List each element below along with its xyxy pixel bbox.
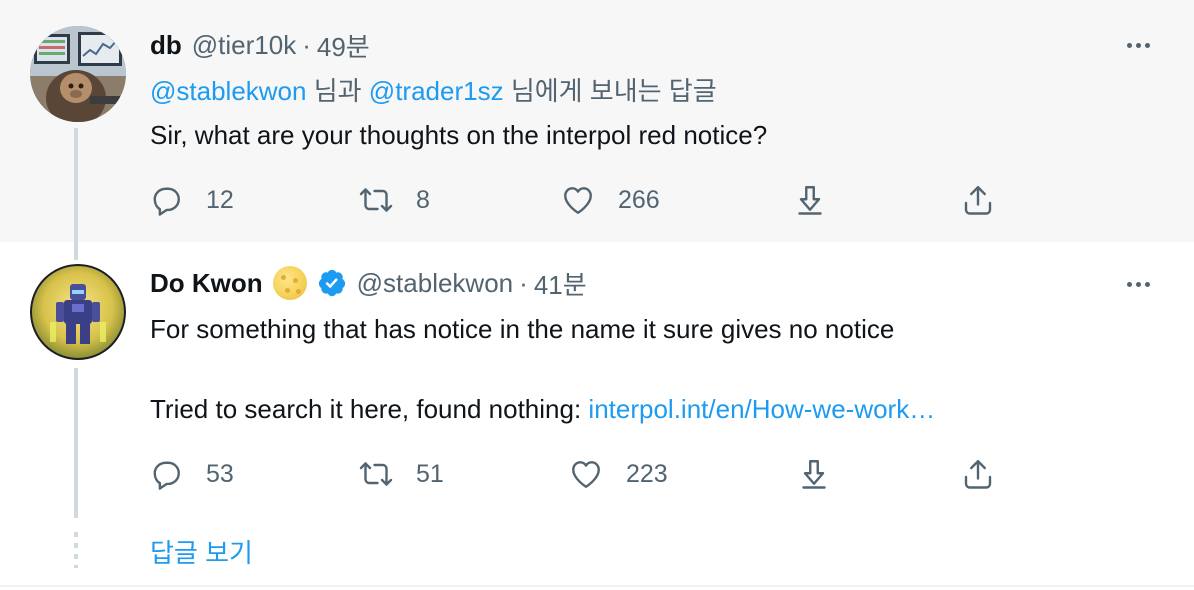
tweet-time[interactable]: 49분 (317, 27, 370, 64)
download-button[interactable] (792, 180, 828, 220)
like-count: 266 (618, 185, 660, 214)
like-button[interactable]: 266 (560, 180, 660, 220)
reply-button[interactable]: 53 (148, 454, 234, 494)
reply-suffix: 님에게 보내는 답글 (510, 76, 717, 106)
user-handle[interactable]: @tier10k (192, 30, 296, 61)
tweet-text-line2: Tried to search it here, found nothing: … (150, 392, 935, 426)
thread-dots (74, 532, 78, 568)
reply-button[interactable]: 12 (148, 180, 234, 220)
retweet-icon (359, 188, 393, 212)
user-name[interactable]: Do Kwon (150, 268, 263, 299)
mention-stablekwon[interactable]: @stablekwon (150, 76, 306, 106)
verified-badge-icon (318, 269, 345, 297)
action-bar: 12 8 266 (148, 180, 1008, 220)
avatar-dokwon[interactable] (30, 264, 126, 360)
mention-trader1sz[interactable]: @trader1sz (369, 76, 504, 106)
separator-dot: · (519, 267, 528, 298)
like-count: 223 (626, 459, 668, 488)
reply-icon (153, 187, 180, 216)
share-button[interactable] (960, 454, 996, 494)
retweet-button[interactable]: 51 (358, 454, 444, 494)
download-icon (802, 460, 826, 489)
user-name[interactable]: db (150, 30, 182, 61)
tweet-link[interactable]: interpol.int/en/How-we-work… (588, 394, 935, 424)
thread-line (74, 128, 78, 260)
thread-line (74, 368, 78, 518)
tweet-text: Sir, what are your thoughts on the inter… (150, 120, 768, 150)
reply-connector: 님과 (313, 76, 362, 106)
retweet-button[interactable]: 8 (358, 180, 430, 220)
reply-icon (153, 461, 180, 490)
download-icon (798, 186, 822, 215)
retweet-count: 8 (416, 185, 430, 214)
retweet-count: 51 (416, 459, 444, 488)
tweet-time[interactable]: 41분 (534, 265, 587, 302)
cookie-emoji (272, 266, 307, 300)
tweet-text-search: Tried to search it here, found nothing: (150, 394, 582, 424)
like-icon (564, 187, 592, 214)
show-replies-link[interactable]: 답글 보기 (150, 533, 253, 570)
tweet-header: db @tier10k · 49분 (150, 28, 370, 62)
download-button[interactable] (796, 454, 832, 494)
tweet-header: Do Kwon @stablekwon · 41분 (150, 266, 587, 300)
more-icon[interactable] (1118, 269, 1158, 299)
user-handle[interactable]: @stablekwon (357, 268, 513, 299)
retweet-icon (359, 462, 393, 486)
reply-context: @stablekwon 님과 @trader1sz 님에게 보내는 답글 (150, 74, 717, 108)
reply-count: 12 (206, 185, 234, 214)
divider (0, 585, 1194, 587)
tweet-db[interactable]: db @tier10k · 49분 @stablekwon 님과 @trader… (0, 0, 1194, 242)
tweet-text-line1: For something that has notice in the nam… (150, 314, 895, 344)
reply-count: 53 (206, 459, 234, 488)
avatar-db[interactable] (30, 26, 126, 122)
share-icon (964, 460, 992, 489)
share-icon (964, 186, 992, 215)
more-icon[interactable] (1118, 30, 1158, 60)
like-icon (572, 461, 600, 488)
like-button[interactable]: 223 (568, 454, 668, 494)
share-button[interactable] (960, 180, 996, 220)
separator-dot: · (302, 29, 311, 60)
action-bar: 53 51 223 (148, 454, 1008, 494)
